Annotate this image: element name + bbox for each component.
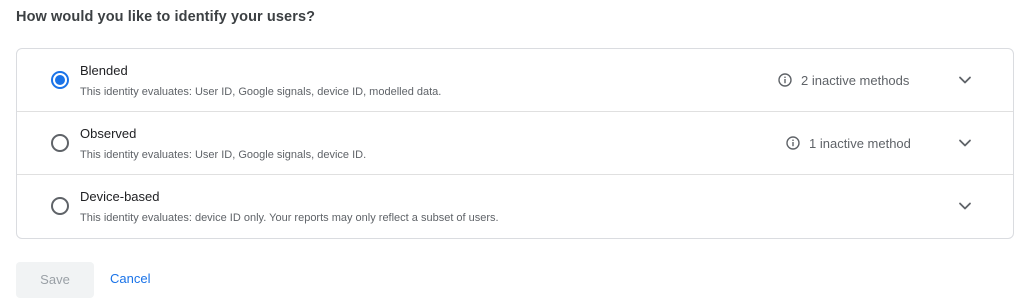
inactive-methods-indicator[interactable]: 2 inactive methods (778, 71, 909, 89)
cancel-button[interactable]: Cancel (110, 271, 150, 286)
chevron-down-icon[interactable] (955, 196, 975, 216)
reporting-identity-options: Blended This identity evaluates: User ID… (16, 48, 1014, 239)
option-title: Blended (80, 63, 128, 78)
inactive-methods-indicator[interactable]: 1 inactive method (786, 134, 911, 152)
info-icon (778, 73, 792, 87)
option-blended[interactable]: Blended This identity evaluates: User ID… (17, 49, 1013, 112)
radio-observed[interactable] (51, 134, 69, 152)
chevron-down-icon[interactable] (955, 70, 975, 90)
radio-selected-dot (55, 75, 65, 85)
radio-blended[interactable] (51, 71, 69, 89)
section-question: How would you like to identify your user… (16, 9, 316, 25)
radio-device-based[interactable] (51, 197, 69, 215)
identity-settings-page: How would you like to identify your user… (0, 0, 1024, 308)
option-description: This identity evaluates: device ID only.… (80, 212, 499, 224)
option-title: Observed (80, 126, 137, 141)
option-device-based[interactable]: Device-based This identity evaluates: de… (17, 175, 1013, 238)
save-button[interactable]: Save (16, 262, 94, 298)
inactive-methods-text: 2 inactive methods (801, 72, 910, 88)
inactive-methods-text: 1 inactive method (809, 135, 911, 151)
option-description: This identity evaluates: User ID, Google… (80, 149, 367, 161)
option-title: Device-based (80, 189, 160, 204)
option-observed[interactable]: Observed This identity evaluates: User I… (17, 112, 1013, 175)
option-description: This identity evaluates: User ID, Google… (80, 86, 442, 98)
chevron-down-icon[interactable] (955, 133, 975, 153)
info-icon (786, 136, 800, 150)
